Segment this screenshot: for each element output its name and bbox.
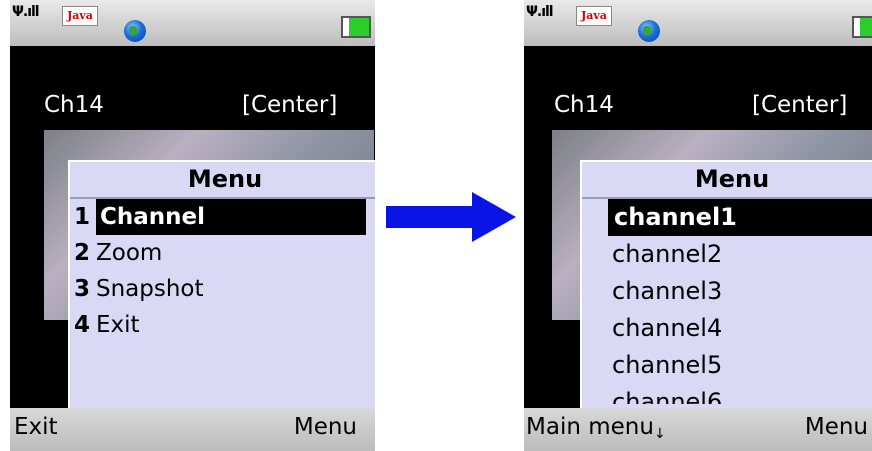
status-bar: Ψ.ıll Java bbox=[524, 0, 872, 46]
right-arrow-icon bbox=[386, 192, 516, 242]
softkey-bar: Main menu↓ Menu bbox=[524, 408, 872, 451]
softkey-main-menu-label: Main menu bbox=[526, 414, 654, 440]
globe-icon bbox=[638, 20, 660, 42]
menu-item-channel[interactable]: 1 Channel bbox=[70, 199, 375, 235]
channel-item-4[interactable]: channel4 bbox=[582, 310, 872, 347]
signal-icon: Ψ.ıll bbox=[12, 4, 40, 20]
menu-item-number: 2 bbox=[74, 240, 91, 266]
menu-item-label: Zoom bbox=[96, 240, 163, 266]
position-label: [Center] bbox=[242, 92, 338, 118]
down-arrow-icon: ↓ bbox=[653, 426, 666, 442]
globe-icon bbox=[124, 20, 146, 42]
status-bar: Ψ.ıll Java bbox=[10, 0, 375, 46]
channel-item-1[interactable]: channel1 bbox=[608, 199, 872, 236]
softkey-exit[interactable]: Exit bbox=[14, 414, 58, 440]
softkey-main-menu[interactable]: Main menu↓ bbox=[526, 414, 666, 442]
menu-item-number: 1 bbox=[74, 204, 91, 230]
menu-panel: Menu 1 Channel 2 Zoom 3 Snapshot 4 Exit bbox=[68, 160, 375, 432]
position-label: [Center] bbox=[752, 92, 848, 118]
menu-item-number: 4 bbox=[74, 312, 91, 338]
menu-title: Menu bbox=[70, 162, 375, 199]
channel-label: Ch14 bbox=[44, 92, 104, 118]
battery-icon bbox=[852, 16, 872, 38]
menu-item-exit[interactable]: 4 Exit bbox=[70, 307, 375, 343]
softkey-menu[interactable]: Menu bbox=[294, 414, 357, 440]
channel-label: Ch14 bbox=[554, 92, 614, 118]
softkey-menu[interactable]: Menu bbox=[805, 414, 868, 440]
channel-menu-panel: Menu channel1 channel2 channel3 channel4… bbox=[580, 160, 872, 432]
menu-title: Menu bbox=[582, 162, 872, 199]
softkey-bar: Exit Menu bbox=[10, 408, 375, 451]
battery-icon bbox=[341, 16, 371, 38]
menu-item-zoom[interactable]: 2 Zoom bbox=[70, 235, 375, 271]
java-icon: Java bbox=[576, 6, 612, 26]
menu-item-label: Exit bbox=[96, 312, 140, 338]
phone-screen-right: Ψ.ıll Java Ch14 [Center] Menu channel1 c… bbox=[524, 0, 872, 451]
menu-item-label: Channel bbox=[96, 199, 366, 235]
java-icon: Java bbox=[62, 6, 98, 26]
signal-icon: Ψ.ıll bbox=[526, 4, 554, 20]
phone-screen-left: Ψ.ıll Java Ch14 [Center] Menu 1 Channel 2… bbox=[10, 0, 375, 451]
menu-item-number: 3 bbox=[74, 276, 91, 302]
menu-item-label: Snapshot bbox=[96, 276, 204, 302]
channel-item-2[interactable]: channel2 bbox=[582, 236, 872, 273]
menu-item-snapshot[interactable]: 3 Snapshot bbox=[70, 271, 375, 307]
channel-item-6[interactable]: channel6 bbox=[582, 384, 872, 404]
channel-item-3[interactable]: channel3 bbox=[582, 273, 872, 310]
channel-item-5[interactable]: channel5 bbox=[582, 347, 872, 384]
